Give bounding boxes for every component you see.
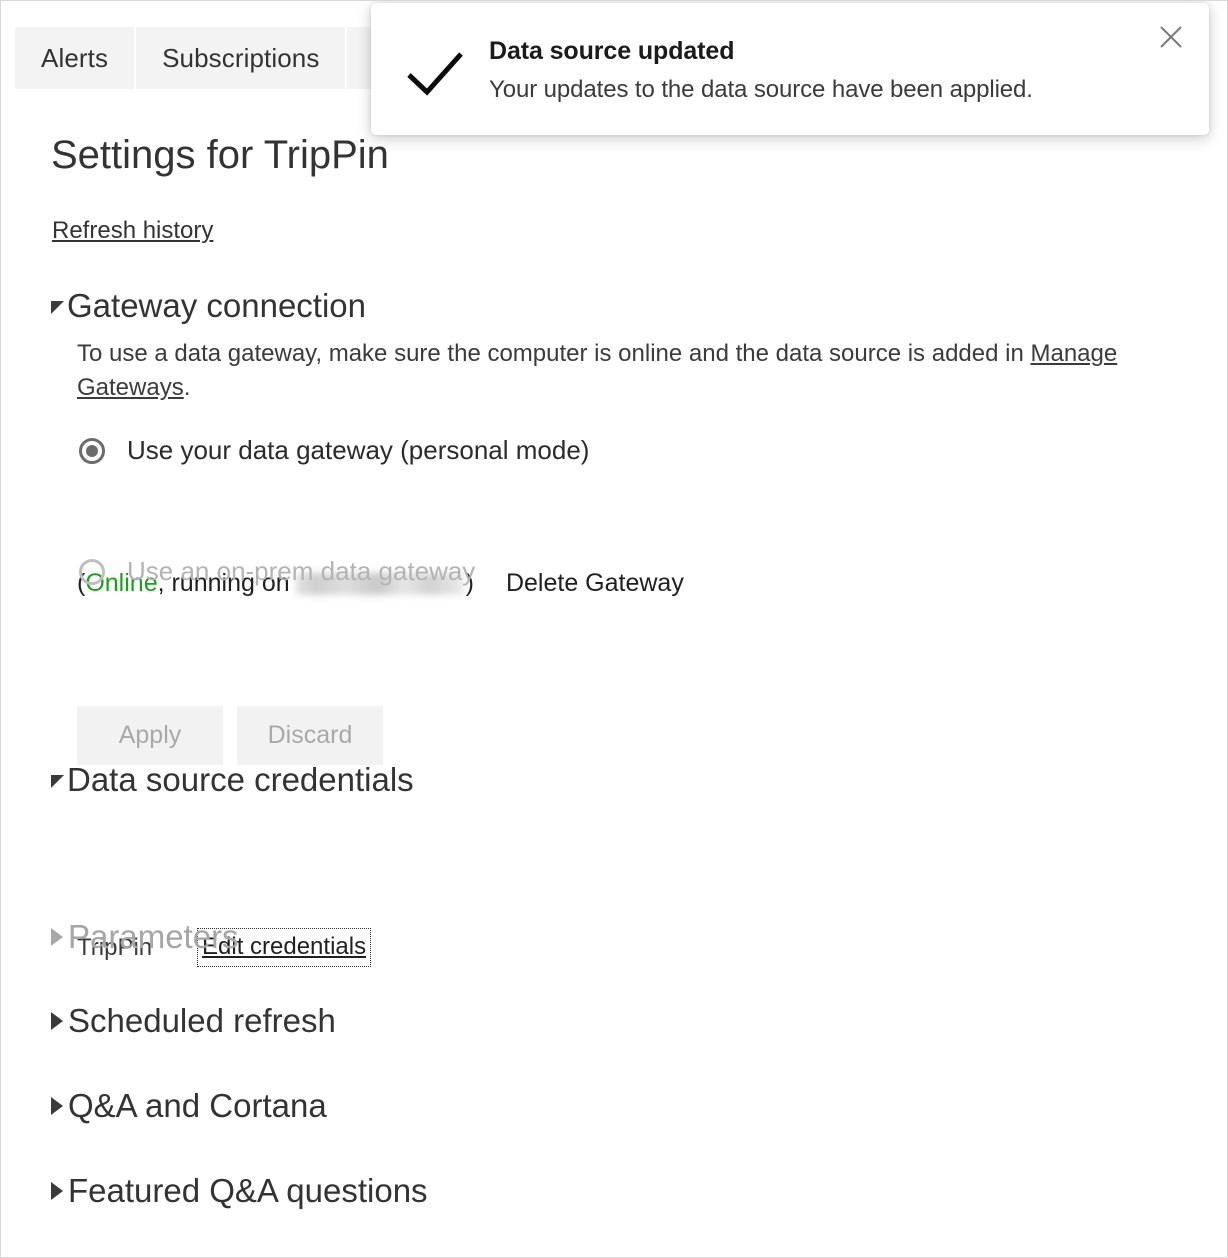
section-header-featured-qa-questions[interactable]: Featured Q&A questions <box>51 1172 428 1210</box>
toast-title: Data source updated <box>489 37 735 65</box>
section-header-qa-and-cortana[interactable]: Q&A and Cortana <box>51 1087 327 1125</box>
chevron-right-icon <box>51 1097 63 1115</box>
gateway-description: To use a data gateway, make sure the com… <box>77 337 1195 405</box>
section-header-data-source-credentials-label: Data source credentials <box>67 761 414 798</box>
gateway-description-suffix: . <box>183 374 191 401</box>
toast-notification: Data source updated Your updates to the … <box>371 3 1209 135</box>
radio-personal-gateway-label: Use your data gateway (personal mode) <box>127 435 590 465</box>
close-icon[interactable] <box>1151 17 1191 57</box>
tab-subscriptions[interactable]: Subscriptions <box>136 27 346 89</box>
radio-onprem-gateway[interactable]: Use an on-prem data gateway <box>79 556 475 587</box>
section-header-parameters-label: Parameters <box>68 918 239 955</box>
section-header-parameters[interactable]: Parameters <box>51 918 239 956</box>
section-header-featured-qa-questions-label: Featured Q&A questions <box>68 1172 428 1209</box>
refresh-history-link[interactable]: Refresh history <box>52 217 213 245</box>
radio-button-icon <box>79 437 105 464</box>
tab-alerts[interactable]: Alerts <box>15 27 135 89</box>
gateway-description-text: To use a data gateway, make sure the com… <box>77 340 1031 367</box>
delete-gateway-link[interactable]: Delete Gateway <box>506 569 684 598</box>
section-header-scheduled-refresh[interactable]: Scheduled refresh <box>51 1002 336 1040</box>
section-header-scheduled-refresh-label: Scheduled refresh <box>68 1002 336 1039</box>
toast-message: Your updates to the data source have bee… <box>489 76 1033 103</box>
apply-button[interactable]: Apply <box>77 706 223 765</box>
discard-button[interactable]: Discard <box>237 706 383 765</box>
chevron-right-icon <box>51 1012 63 1030</box>
section-header-gateway-connection-label: Gateway connection <box>67 287 367 324</box>
section-header-qa-and-cortana-label: Q&A and Cortana <box>68 1087 327 1124</box>
radio-personal-gateway[interactable]: Use your data gateway (personal mode) <box>79 435 589 466</box>
section-header-data-source-credentials[interactable]: Data source credentials <box>51 761 414 799</box>
settings-page-root: Alerts Subscriptions D Settings for Trip… <box>0 0 1228 1258</box>
chevron-right-icon <box>51 1182 63 1200</box>
toast-body: Data source updated Your updates to the … <box>489 34 1139 107</box>
radio-button-icon <box>79 558 105 585</box>
checkmark-icon <box>403 45 467 101</box>
chevron-right-icon <box>51 928 63 946</box>
tab-alerts-label: Alerts <box>41 42 109 73</box>
tab-subscriptions-label: Subscriptions <box>162 42 320 73</box>
page-title: Settings for TripPin <box>51 133 389 177</box>
gateway-action-buttons: Apply Discard <box>77 706 383 765</box>
section-header-gateway-connection[interactable]: Gateway connection <box>51 287 366 325</box>
radio-onprem-gateway-label: Use an on-prem data gateway <box>127 556 476 586</box>
